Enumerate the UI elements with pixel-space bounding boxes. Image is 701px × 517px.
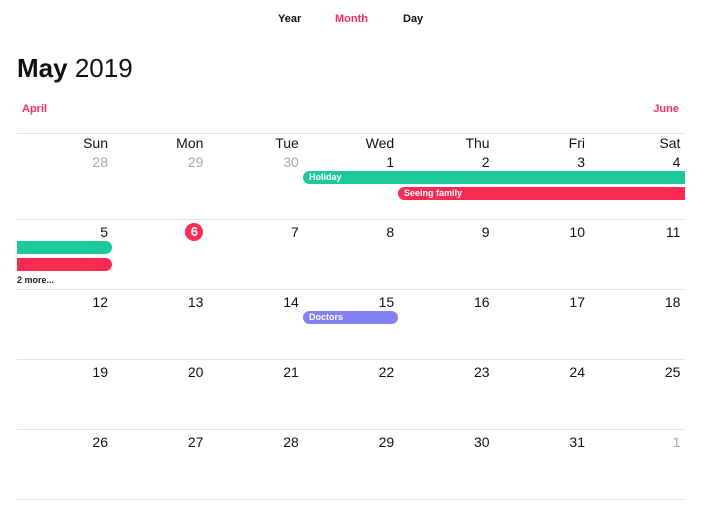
day-number[interactable]: 20 (112, 364, 207, 380)
page-title: May 2019 (17, 52, 133, 84)
grid-top-divider (17, 133, 685, 134)
day-number[interactable]: 10 (494, 224, 589, 240)
title-month: May (17, 53, 68, 83)
day-number[interactable]: 5 (17, 224, 112, 240)
day-number[interactable]: 13 (112, 294, 207, 310)
day-number-today[interactable]: 6 (112, 223, 207, 241)
day-number[interactable]: 23 (399, 364, 494, 380)
day-number-adjacent-month[interactable]: 29 (112, 154, 207, 170)
day-number[interactable]: 22 (303, 364, 398, 380)
day-number[interactable]: 21 (208, 364, 303, 380)
day-number[interactable]: 26 (17, 434, 112, 450)
day-number[interactable]: 14 (208, 294, 303, 310)
tab-year[interactable]: Year (278, 13, 301, 25)
day-number[interactable]: 11 (589, 224, 684, 240)
view-switcher: Year Month Day (0, 13, 701, 29)
day-number[interactable]: 30 (399, 434, 494, 450)
day-number[interactable]: 25 (589, 364, 684, 380)
week-divider (17, 359, 685, 360)
day-number[interactable]: 9 (399, 224, 494, 240)
tab-month[interactable]: Month (335, 13, 368, 25)
title-year: 2019 (74, 53, 133, 83)
day-number[interactable]: 19 (17, 364, 112, 380)
event-seeing-family-continued[interactable] (17, 258, 112, 271)
day-number[interactable]: 2 (399, 154, 494, 170)
weekday-fri: Fri (568, 135, 585, 151)
day-number[interactable]: 27 (112, 434, 207, 450)
event-label: Seeing family (404, 188, 463, 198)
event-label: Doctors (309, 312, 344, 322)
day-number[interactable]: 29 (303, 434, 398, 450)
day-number-adjacent-month[interactable]: 30 (208, 154, 303, 170)
day-number[interactable]: 4 (589, 154, 684, 170)
event-doctors[interactable]: Doctors (303, 311, 398, 324)
week-divider (17, 429, 685, 430)
event-label: Holiday (309, 172, 342, 182)
event-holiday-continued[interactable] (17, 241, 112, 254)
next-month-link[interactable]: June (653, 103, 679, 115)
week-divider (17, 219, 685, 220)
day-number[interactable]: 7 (208, 224, 303, 240)
day-number[interactable]: 24 (494, 364, 589, 380)
event-seeing-family[interactable]: Seeing family (398, 187, 685, 200)
weekday-tue: Tue (275, 135, 299, 151)
day-number[interactable]: 15 (303, 294, 398, 310)
grid-bottom-divider (17, 499, 685, 500)
weekday-sun: Sun (83, 135, 108, 151)
day-number[interactable]: 1 (303, 154, 398, 170)
day-number[interactable]: 16 (399, 294, 494, 310)
day-number[interactable]: 12 (17, 294, 112, 310)
more-events-link[interactable]: 2 more... (17, 275, 54, 285)
tab-day[interactable]: Day (403, 13, 423, 25)
prev-month-link[interactable]: April (22, 103, 47, 115)
day-number[interactable]: 28 (208, 434, 303, 450)
day-number[interactable]: 3 (494, 154, 589, 170)
event-holiday[interactable]: Holiday (303, 171, 685, 184)
day-number[interactable]: 17 (494, 294, 589, 310)
day-number[interactable]: 8 (303, 224, 398, 240)
week-divider (17, 289, 685, 290)
day-number[interactable]: 18 (589, 294, 684, 310)
day-number-adjacent-month[interactable]: 1 (589, 434, 684, 450)
weekday-mon: Mon (176, 135, 204, 151)
weekday-sat: Sat (659, 135, 681, 151)
weekday-thu: Thu (465, 135, 490, 151)
day-number-adjacent-month[interactable]: 28 (17, 154, 112, 170)
day-number[interactable]: 31 (494, 434, 589, 450)
today-badge[interactable]: 6 (185, 223, 204, 241)
weekday-wed: Wed (365, 135, 395, 151)
